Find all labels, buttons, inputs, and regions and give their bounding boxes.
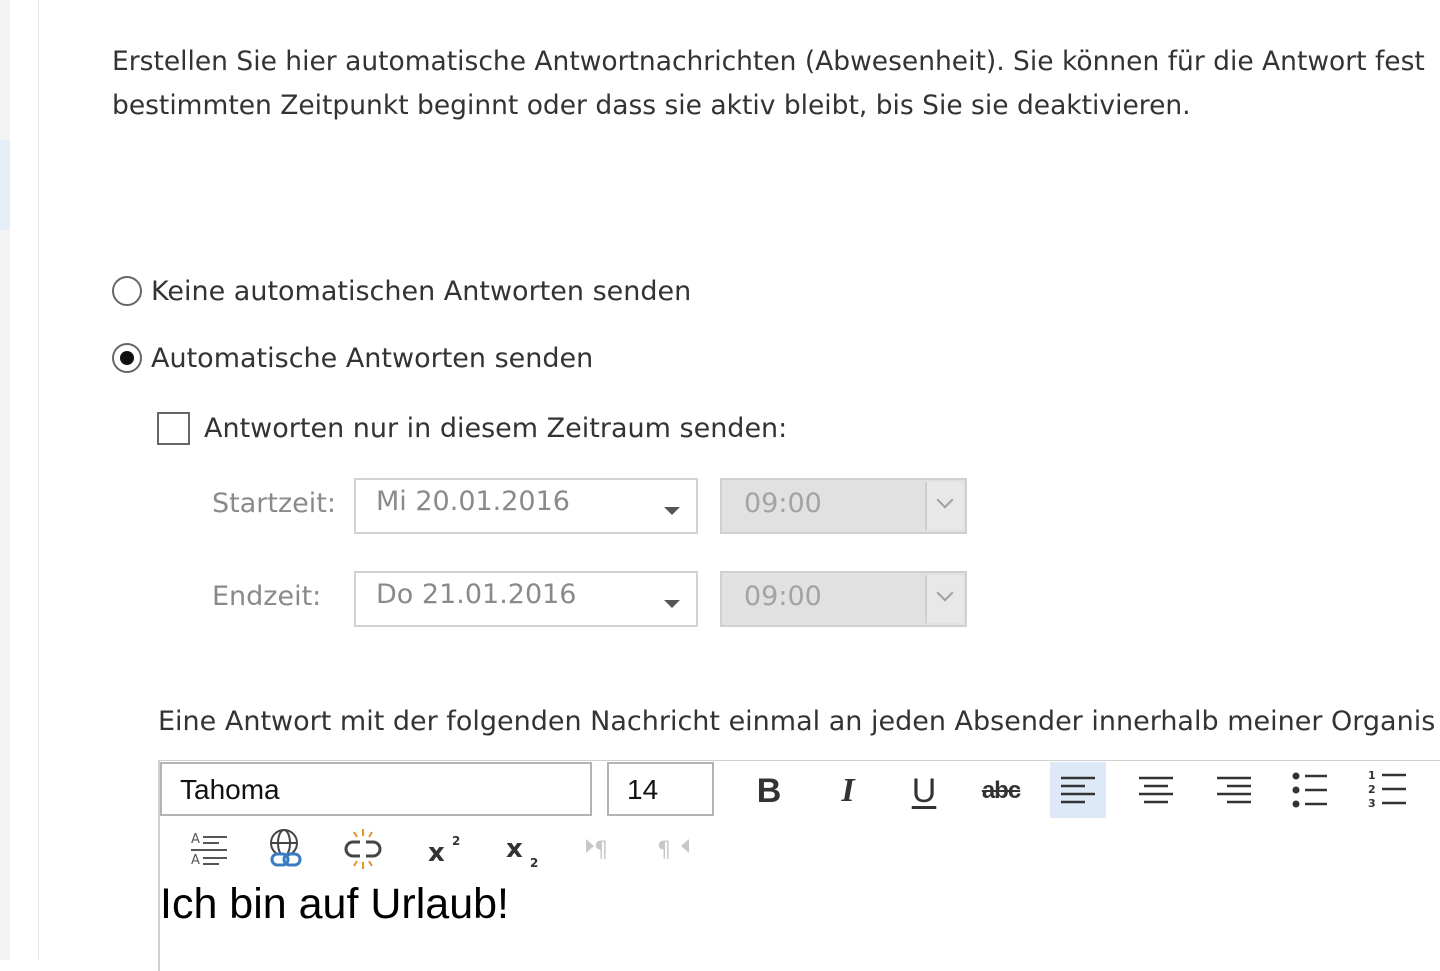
underline-icon: U [911,771,937,810]
strikethrough-icon: abc [981,777,1021,804]
start-time-select[interactable]: 09:00 [720,478,967,534]
italic-icon: I [841,772,855,809]
font-size-select[interactable]: 14 [607,762,714,816]
end-date-value: Do 21.01.2016 [376,579,577,610]
internal-reply-label: Eine Antwort mit der folgenden Nachricht… [158,706,1436,737]
chevron-down-icon[interactable] [925,482,963,530]
font-size-value: 14 [627,774,659,805]
superscript-icon: x 2 [428,834,460,867]
align-right-icon [1217,776,1251,804]
svg-text:x: x [428,838,445,867]
bold-icon: B [756,771,782,810]
svg-text:2: 2 [452,834,460,848]
bold-button[interactable]: B [741,763,797,819]
italic-button[interactable]: I [820,763,876,819]
time-range-option[interactable]: Antworten nur in diesem Zeitraum senden: [157,408,787,448]
radio-button-unchecked[interactable] [112,276,142,306]
start-time-label: Startzeit: [212,488,336,519]
intro-text: Erstellen Sie hier automatische Antwortn… [112,40,1440,128]
rtl-direction-button[interactable]: ¶ [645,821,701,877]
radio-no-auto-reply-label: Keine automatischen Antworten senden [151,275,692,307]
ltr-direction-button[interactable]: ¶ [568,821,624,877]
underline-button[interactable]: U [896,763,952,819]
right-to-left-icon: ¶ [657,838,689,863]
svg-text:¶: ¶ [594,838,608,863]
svg-text:A: A [191,832,200,847]
svg-text:2: 2 [1368,783,1376,796]
chevron-down-icon[interactable] [664,600,680,608]
align-center-icon [1139,776,1173,804]
start-date-value: Mi 20.01.2016 [376,486,570,517]
svg-text:2: 2 [530,856,538,869]
radio-no-auto-reply[interactable]: Keine automatischen Antworten senden [112,271,691,311]
svg-text:3: 3 [1368,797,1376,810]
editor-message-body[interactable]: Ich bin auf Urlaub! [160,880,509,929]
superscript-button[interactable]: x 2 [418,821,474,877]
font-family-value: Tahoma [180,774,280,805]
time-range-checkbox-label: Antworten nur in diesem Zeitraum senden: [204,412,788,444]
svg-text:¶: ¶ [657,838,671,863]
paragraph-format-icon: AA [191,832,227,868]
time-range-checkbox[interactable] [157,411,190,445]
radio-button-checked[interactable] [112,343,142,373]
unlink-icon [344,829,382,869]
selected-nav-highlight [0,140,10,230]
align-center-button[interactable] [1128,762,1184,818]
start-time-value: 09:00 [744,488,822,519]
chevron-down-icon[interactable] [925,575,963,623]
strikethrough-button[interactable]: abc [973,763,1029,819]
left-navigation-rail [0,0,10,960]
radio-auto-reply-label: Automatische Antworten senden [151,342,594,374]
end-time-value: 09:00 [744,581,822,612]
align-left-icon [1061,776,1095,804]
end-time-label: Endzeit: [212,581,322,612]
left-to-right-icon: ¶ [586,838,608,863]
bullet-list-icon [1292,772,1327,808]
intro-line-1: Erstellen Sie hier automatische Antwortn… [112,46,1425,77]
radio-auto-reply[interactable]: Automatische Antworten senden [112,338,593,378]
subscript-icon: x 2 [506,834,538,869]
numbered-list-icon: 123 [1368,769,1406,810]
insert-link-button[interactable] [258,821,314,877]
font-family-select[interactable]: Tahoma [160,762,592,816]
start-date-picker[interactable]: Mi 20.01.2016 [354,478,698,534]
numbered-list-button[interactable]: 123 [1360,762,1416,818]
svg-text:A: A [191,853,200,868]
link-icon [270,829,302,867]
panel-divider [38,0,39,960]
bullet-list-button[interactable] [1282,762,1338,818]
end-time-select[interactable]: 09:00 [720,571,967,627]
subscript-button[interactable]: x 2 [496,821,552,877]
end-date-picker[interactable]: Do 21.01.2016 [354,571,698,627]
svg-text:x: x [506,834,523,864]
intro-line-2: bestimmten Zeitpunkt beginnt oder dass s… [112,90,1191,121]
align-right-button[interactable] [1206,762,1262,818]
chevron-down-icon[interactable] [664,507,680,515]
align-left-button[interactable] [1050,762,1106,818]
remove-link-button[interactable] [335,821,391,877]
paragraph-spacing-button[interactable]: AA [181,821,237,877]
svg-text:1: 1 [1368,769,1376,782]
